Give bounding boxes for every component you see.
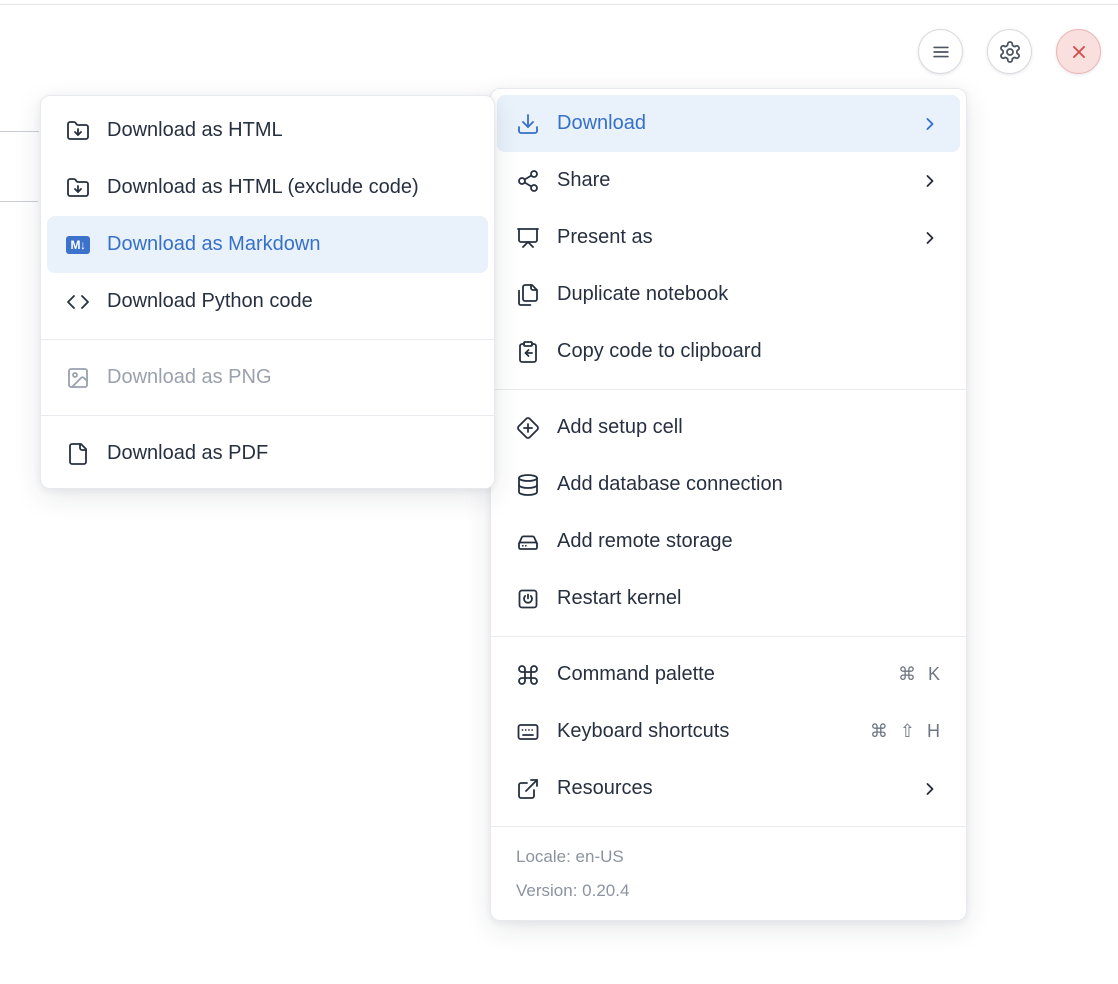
- menu-item-label: Download as Markdown: [107, 233, 320, 256]
- chevron-right-icon: [920, 228, 940, 248]
- command-icon: [516, 663, 540, 687]
- menu-item-restart-kernel[interactable]: Restart kernel: [497, 570, 960, 627]
- hamburger-icon: [930, 41, 952, 63]
- menu-item-label: Download: [557, 112, 646, 135]
- menu-item-label: Download as HTML: [107, 119, 283, 142]
- shortcut-hint: ⌘ K: [898, 664, 940, 685]
- share-icon: [516, 169, 540, 193]
- chevron-right-icon: [920, 171, 940, 191]
- menu-footer: Locale: en-US Version: 0.20.4: [491, 836, 966, 914]
- menu-separator: [491, 826, 966, 827]
- menu-separator: [41, 339, 494, 340]
- diamond-plus-icon: [516, 416, 540, 440]
- download-icon: [516, 112, 540, 136]
- background-rule: [0, 131, 39, 132]
- menu-item-duplicate-notebook[interactable]: Duplicate notebook: [497, 266, 960, 323]
- menu-item-command-palette[interactable]: Command palette ⌘ K: [497, 646, 960, 703]
- menu-item-label: Restart kernel: [557, 587, 682, 610]
- menu-item-label: Resources: [557, 777, 653, 800]
- clipboard-copy-icon: [516, 340, 540, 364]
- close-button[interactable]: [1056, 29, 1101, 74]
- menu-item-download-as-png: Download as PNG: [47, 349, 488, 406]
- menu-item-add-setup-cell[interactable]: Add setup cell: [497, 399, 960, 456]
- menu-item-present-as[interactable]: Present as: [497, 209, 960, 266]
- code-icon: [66, 290, 90, 314]
- menu-item-label: Duplicate notebook: [557, 283, 728, 306]
- chevron-right-icon: [920, 779, 940, 799]
- menu-item-label: Download as HTML (exclude code): [107, 176, 419, 199]
- menu-item-label: Keyboard shortcuts: [557, 720, 729, 743]
- image-icon: [66, 366, 90, 390]
- file-icon: [66, 442, 90, 466]
- power-icon: [516, 587, 540, 611]
- shortcut-hint: ⌘ ⇧ H: [870, 721, 940, 742]
- menu-item-label: Command palette: [557, 663, 715, 686]
- hard-drive-icon: [516, 530, 540, 554]
- gear-icon: [998, 40, 1022, 64]
- menu-separator: [491, 636, 966, 637]
- menu-item-label: Download as PNG: [107, 366, 272, 389]
- close-icon: [1068, 41, 1090, 63]
- keyboard-icon: [516, 720, 540, 744]
- menu-item-label: Copy code to clipboard: [557, 340, 762, 363]
- menu-item-copy-code-to-clipboard[interactable]: Copy code to clipboard: [497, 323, 960, 380]
- menu-item-label: Download Python code: [107, 290, 313, 313]
- files-icon: [516, 283, 540, 307]
- menu-item-share[interactable]: Share: [497, 152, 960, 209]
- markdown-icon: M↓: [66, 236, 90, 254]
- menu-item-download[interactable]: Download: [497, 95, 960, 152]
- background-rule: [0, 201, 38, 202]
- menu-item-label: Add setup cell: [557, 416, 683, 439]
- menu-item-label: Share: [557, 169, 610, 192]
- menu-separator: [491, 389, 966, 390]
- version-text: Version: 0.20.4: [516, 874, 941, 908]
- folder-down-icon: [66, 176, 90, 200]
- menu-item-label: Add database connection: [557, 473, 783, 496]
- chevron-right-icon: [920, 114, 940, 134]
- menu-item-label: Download as PDF: [107, 442, 268, 465]
- menu-item-download-as-html[interactable]: Download as HTML: [47, 102, 488, 159]
- menu-item-keyboard-shortcuts[interactable]: Keyboard shortcuts ⌘ ⇧ H: [497, 703, 960, 760]
- menu-item-label: Add remote storage: [557, 530, 733, 553]
- notebook-menu-button[interactable]: [918, 29, 963, 74]
- menu-item-download-as-html-exclude-code[interactable]: Download as HTML (exclude code): [47, 159, 488, 216]
- notebook-actions-menu: Download Share Present as Duplicate noteboo…: [490, 88, 967, 921]
- menu-separator: [41, 415, 494, 416]
- menu-item-download-python-code[interactable]: Download Python code: [47, 273, 488, 330]
- folder-down-icon: [66, 119, 90, 143]
- menu-item-add-database-connection[interactable]: Add database connection: [497, 456, 960, 513]
- external-link-icon: [516, 777, 540, 801]
- page-top-border: [0, 4, 1118, 5]
- database-icon: [516, 473, 540, 497]
- download-submenu: Download as HTML Download as HTML (exclud…: [40, 95, 495, 489]
- menu-item-download-as-markdown[interactable]: M↓ Download as Markdown: [47, 216, 488, 273]
- presentation-icon: [516, 226, 540, 250]
- menu-item-label: Present as: [557, 226, 653, 249]
- menu-item-resources[interactable]: Resources: [497, 760, 960, 817]
- menu-item-add-remote-storage[interactable]: Add remote storage: [497, 513, 960, 570]
- locale-text: Locale: en-US: [516, 840, 941, 874]
- settings-button[interactable]: [987, 29, 1032, 74]
- menu-item-download-as-pdf[interactable]: Download as PDF: [47, 425, 488, 482]
- markdown-icon: M↓: [66, 233, 90, 257]
